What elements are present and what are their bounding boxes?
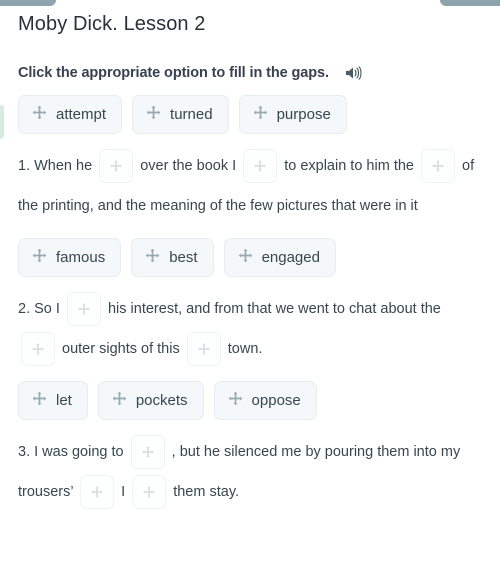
word-chip-purpose[interactable]: purpose — [238, 95, 347, 134]
word-chip-engaged[interactable]: engaged — [223, 238, 336, 277]
sentence-text: town. — [223, 341, 263, 357]
sentence-text: 2. So I — [18, 301, 64, 317]
word-chip-label: attempt — [56, 106, 107, 123]
word-chip-label: pockets — [135, 392, 188, 409]
sentence-text: I — [117, 484, 130, 500]
word-chip-label: turned — [170, 106, 213, 123]
sentence-1: 1. When he over the book I to explain to… — [18, 146, 482, 226]
sentence-text: them stay. — [169, 484, 240, 500]
word-bank-row: attempt turned purpose — [18, 95, 482, 134]
word-chip-oppose[interactable]: oppose — [213, 381, 317, 420]
page-title: Moby Dick. Lesson 2 — [18, 13, 206, 35]
move-icon — [112, 391, 127, 410]
word-chip-famous[interactable]: famous — [18, 238, 122, 277]
bottom-spacer — [18, 512, 482, 552]
sentence-text: 3. I was going to — [18, 444, 128, 460]
gap-drop-target-2[interactable] — [21, 332, 55, 367]
word-chip-label: let — [56, 392, 72, 409]
gap-drop-target-1[interactable] — [130, 435, 165, 470]
word-chip-best[interactable]: best — [131, 238, 214, 277]
gap-drop-target-2[interactable] — [243, 149, 278, 184]
sentence-text: to explain to him the — [280, 158, 418, 174]
sentence-text: outer sights of this — [58, 341, 184, 357]
sentence-text: his interest, and from that we went to c… — [103, 301, 441, 317]
exercise-blocks: attempt turned purpose 1. When he over the … — [18, 95, 482, 512]
lesson-page: Moby Dick. Lesson 2 Click the appropriat… — [0, 0, 500, 552]
word-chip-let[interactable]: let — [18, 381, 88, 420]
move-icon — [32, 105, 47, 124]
word-chip-pockets[interactable]: pockets — [97, 381, 204, 420]
gap-drop-target-3[interactable] — [421, 149, 455, 184]
sentence-text: 1. When he — [18, 158, 97, 174]
sentence-3: 3. I was going to , but he silenced me b… — [18, 432, 482, 512]
move-icon — [32, 391, 47, 410]
word-chip-label: engaged — [261, 249, 320, 266]
move-icon — [228, 391, 243, 410]
move-icon — [32, 248, 47, 267]
move-icon — [238, 248, 253, 267]
word-chip-turned[interactable]: turned — [132, 95, 229, 134]
instruction-text: Click the appropriate option to fill in … — [18, 65, 329, 81]
sentence-2: 2. So I his interest, and from that we w… — [18, 289, 482, 369]
gap-drop-target-1[interactable] — [66, 292, 101, 327]
word-chip-label: oppose — [251, 392, 301, 409]
word-chip-attempt[interactable]: attempt — [18, 95, 123, 134]
word-chip-label: famous — [56, 249, 106, 266]
gap-drop-target-1[interactable] — [99, 149, 134, 184]
word-bank-row: famous best engaged — [18, 238, 482, 277]
sentence-text: over the book I — [136, 158, 241, 174]
instruction-row: Click the appropriate option to fill in … — [18, 63, 482, 83]
gap-drop-target-3[interactable] — [186, 332, 221, 367]
gap-drop-target-3[interactable] — [132, 475, 167, 510]
speaker-icon[interactable] — [343, 63, 363, 83]
move-icon — [146, 105, 161, 124]
word-chip-label: purpose — [276, 106, 331, 123]
gap-drop-target-2[interactable] — [80, 475, 115, 510]
word-chip-label: best — [169, 249, 198, 266]
move-icon — [145, 248, 160, 267]
move-icon — [253, 105, 268, 124]
word-bank-row: let pockets oppose — [18, 381, 482, 420]
